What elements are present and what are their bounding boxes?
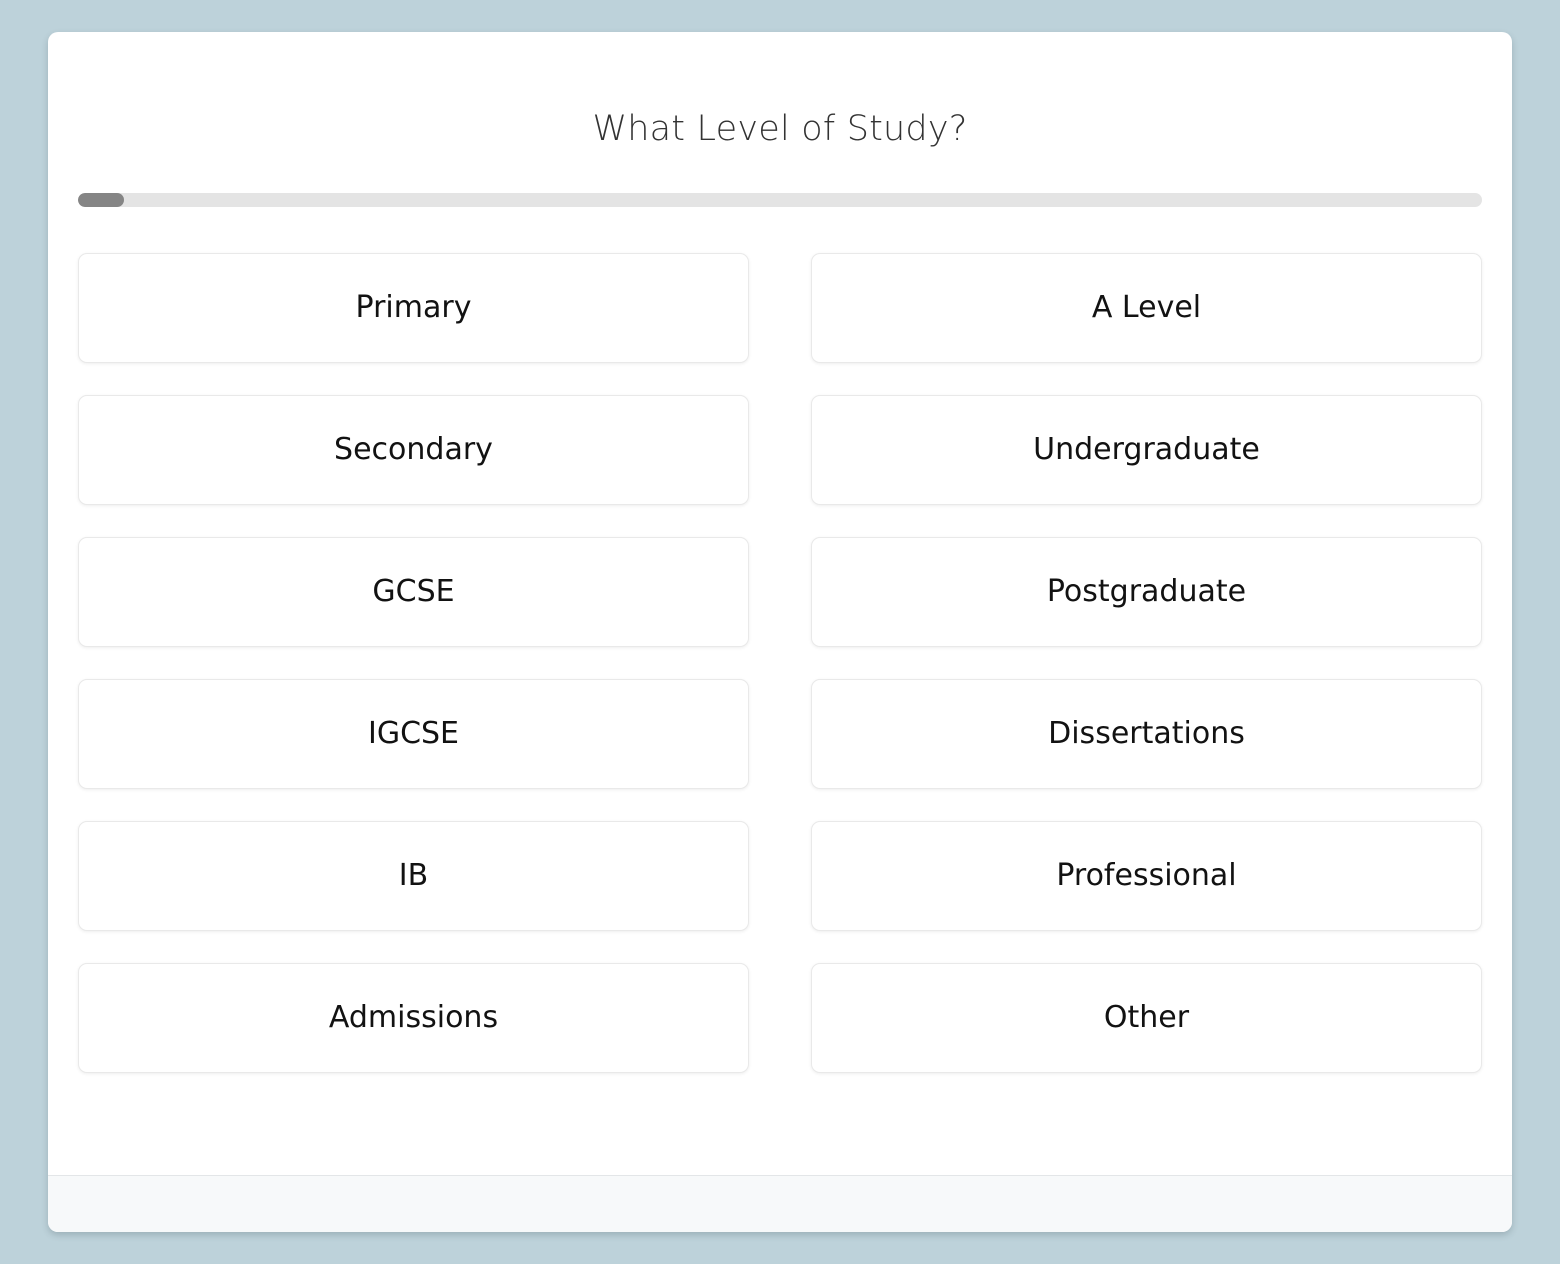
progress-bar-fill [78, 193, 125, 207]
card-footer [48, 1175, 1512, 1232]
option-label: Postgraduate [1046, 574, 1247, 609]
progress-bar-track[interactable] [78, 193, 1482, 207]
option-button[interactable]: IB [78, 821, 749, 931]
option-label: IB [398, 858, 429, 893]
page-root: What Level of Study? Primary Secondary GCS… [0, 0, 1560, 1264]
card-body: What Level of Study? Primary Secondary GCS… [48, 32, 1512, 1175]
study-level-card: What Level of Study? Primary Secondary GCS… [48, 32, 1512, 1232]
option-button[interactable]: Secondary [78, 395, 749, 505]
option-label: Admissions [328, 1000, 499, 1035]
option-label: Secondary [334, 432, 493, 467]
option-label: IGCSE [367, 716, 460, 751]
option-label: GCSE [372, 574, 455, 609]
progress-section [78, 193, 1482, 207]
option-button[interactable]: A Level [811, 253, 1482, 363]
option-button[interactable]: Professional [811, 821, 1482, 931]
option-button[interactable]: Undergraduate [811, 395, 1482, 505]
option-button[interactable]: Dissertations [811, 679, 1482, 789]
option-label: Other [1103, 1000, 1190, 1035]
option-label: Professional [1056, 858, 1237, 893]
option-button[interactable]: Postgraduate [811, 537, 1482, 647]
option-label: Primary [355, 290, 472, 325]
option-button[interactable]: Admissions [78, 963, 749, 1073]
option-label: Dissertations [1048, 716, 1245, 751]
option-button[interactable]: Other [811, 963, 1482, 1073]
option-button[interactable]: GCSE [78, 537, 749, 647]
option-button[interactable]: Primary [78, 253, 749, 363]
option-button[interactable]: IGCSE [78, 679, 749, 789]
option-label: A Level [1091, 290, 1202, 325]
study-level-options: Primary Secondary GCSE IGCSE IB Admissions A L… [78, 253, 1482, 1073]
option-label: Undergraduate [1033, 432, 1260, 467]
page-title: What Level of Study? [592, 109, 968, 149]
